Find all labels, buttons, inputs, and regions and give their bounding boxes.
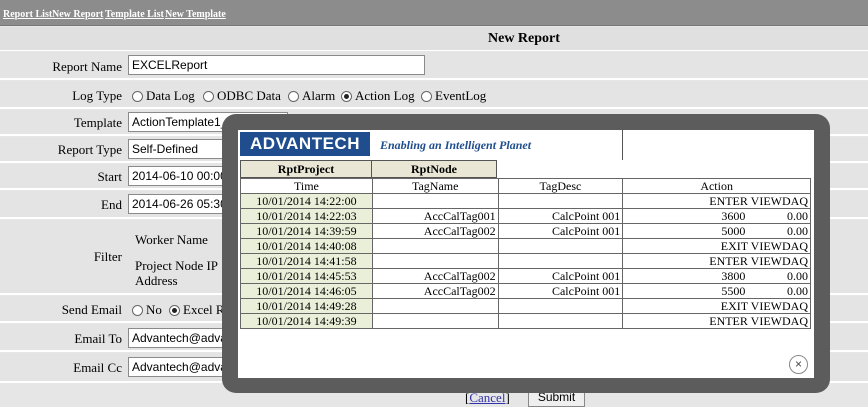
table-row: 10/01/2014 14:39:59 AccCalTag002 CalcPoi… (240, 223, 811, 239)
send-email-label: Send Email (61, 302, 122, 317)
cell-tagdesc: CalcPoint 001 (497, 223, 624, 239)
action-value: 0.00 (787, 224, 808, 238)
report-type-label: Report Type (57, 142, 122, 157)
cell-action: ENTER VIEWDAQ (622, 193, 811, 209)
action-amount: 3600 (721, 209, 746, 223)
log-type-alarm-radio[interactable]: Alarm (288, 88, 335, 104)
cell-time: 10/01/2014 14:45:53 (240, 268, 373, 284)
table-row: 10/01/2014 14:40:08 EXIT VIEWDAQ (240, 238, 811, 254)
table-row: 10/01/2014 14:49:28 EXIT VIEWDAQ (240, 298, 811, 314)
nav-report-list-link[interactable]: Report List (3, 9, 52, 20)
column-header-action: Action (622, 178, 811, 194)
cell-tagname: AccCalTag001 (371, 208, 499, 224)
cell-tagdesc (497, 253, 624, 269)
rpt-project-header: RptProject (240, 160, 372, 178)
cell-action: 5000 0.00 (622, 223, 811, 239)
rpt-node-header: RptNode (371, 160, 497, 178)
cell-tagdesc: CalcPoint 001 (497, 208, 624, 224)
action-amount: 5500 (721, 284, 746, 298)
action-value: 0.00 (787, 284, 808, 298)
cell-tagname (371, 238, 499, 254)
end-label: End (101, 197, 122, 212)
table-row: 10/01/2014 14:22:00 ENTER VIEWDAQ (240, 193, 811, 209)
cell-action: ENTER VIEWDAQ (622, 253, 811, 269)
action-amount: 5000 (721, 224, 746, 238)
title-bar: New Report (0, 27, 868, 51)
cell-action: 3800 0.00 (622, 268, 811, 284)
cell-time: 10/01/2014 14:49:28 (240, 298, 373, 314)
cell-tagname (371, 313, 499, 329)
cell-tagname (371, 298, 499, 314)
cell-tagdesc: CalcPoint 001 (497, 283, 624, 299)
report-name-label: Report Name (52, 59, 122, 74)
cell-tagdesc (497, 193, 624, 209)
send-email-no-radio[interactable]: No (132, 302, 162, 318)
cell-tagname: AccCalTag002 (371, 223, 499, 239)
worker-name-label: Worker Name (135, 232, 208, 247)
cell-action: ENTER VIEWDAQ (622, 313, 811, 329)
cell-tagname: AccCalTag002 (371, 268, 499, 284)
logo-slogan: Enabling an Intelligent Planet (380, 138, 532, 152)
log-type-action-log-radio[interactable]: Action Log (341, 88, 415, 104)
report-preview-modal: ADVANTECH Enabling an Intelligent Planet… (222, 114, 830, 393)
nav-template-list-link[interactable]: Template List (105, 9, 164, 20)
page-title: New Report (488, 31, 560, 46)
advantech-logo: ADVANTECH (240, 132, 370, 156)
cell-time: 10/01/2014 14:22:03 (240, 208, 373, 224)
cell-action: EXIT VIEWDAQ (622, 298, 811, 314)
log-type-odbc-radio[interactable]: ODBC Data (203, 88, 281, 104)
cell-time: 10/01/2014 14:40:08 (240, 238, 373, 254)
cell-action: EXIT VIEWDAQ (622, 238, 811, 254)
action-value: 0.00 (787, 209, 808, 223)
cell-tagdesc (497, 238, 624, 254)
log-type-data-log-radio[interactable]: Data Log (132, 88, 195, 104)
column-header-time: Time (240, 178, 373, 194)
filter-label: Filter (93, 249, 122, 264)
table-header-row: Time TagName TagDesc Action (240, 178, 811, 194)
project-node-ip-label: Project Node IP Address (135, 258, 218, 288)
action-value: 0.00 (787, 269, 808, 283)
cell-tagname (371, 193, 499, 209)
report-preview-content: ADVANTECH Enabling an Intelligent Planet… (238, 130, 814, 378)
action-amount: 3800 (721, 269, 746, 283)
top-nav-bar: Report List New Report Template List New… (0, 0, 868, 26)
report-name-row: Report Name EXCELReport (0, 52, 868, 80)
nav-new-template-link[interactable]: New Template (165, 9, 226, 20)
cell-action: 5500 0.00 (622, 283, 811, 299)
cell-action: 3600 0.00 (622, 208, 811, 224)
table-row: 10/01/2014 14:49:39 ENTER VIEWDAQ (240, 313, 811, 329)
start-label: Start (97, 169, 122, 184)
report-name-input[interactable]: EXCELReport (128, 55, 425, 75)
cell-tagname: AccCalTag002 (371, 283, 499, 299)
log-type-eventlog-radio[interactable]: EventLog (421, 88, 486, 104)
cell-tagdesc (497, 313, 624, 329)
log-type-row: Log Type Data Log ODBC Data Alarm Action… (0, 81, 868, 109)
table-row: 10/01/2014 14:41:58 ENTER VIEWDAQ (240, 253, 811, 269)
action-log-table: Time TagName TagDesc Action 10/01/2014 1… (240, 178, 811, 329)
close-icon[interactable]: × (789, 355, 808, 374)
column-header-tagdesc: TagDesc (497, 178, 624, 194)
template-label: Template (73, 115, 122, 130)
cell-time: 10/01/2014 14:39:59 (240, 223, 373, 239)
cell-tagdesc (497, 298, 624, 314)
nav-new-report-link[interactable]: New Report (52, 9, 103, 20)
cell-time: 10/01/2014 14:22:00 (240, 193, 373, 209)
cell-tagdesc: CalcPoint 001 (497, 268, 624, 284)
column-header-tagname: TagName (371, 178, 499, 194)
cell-time: 10/01/2014 14:49:39 (240, 313, 373, 329)
email-to-label: Email To (74, 331, 122, 346)
table-row: 10/01/2014 14:22:03 AccCalTag001 CalcPoi… (240, 208, 811, 224)
table-row: 10/01/2014 14:45:53 AccCalTag002 CalcPoi… (240, 268, 811, 284)
log-type-label: Log Type (72, 88, 122, 103)
email-cc-label: Email Cc (73, 360, 122, 375)
cell-tagname (371, 253, 499, 269)
header-divider (622, 130, 623, 160)
cell-time: 10/01/2014 14:46:05 (240, 283, 373, 299)
cell-time: 10/01/2014 14:41:58 (240, 253, 373, 269)
table-row: 10/01/2014 14:46:05 AccCalTag002 CalcPoi… (240, 283, 811, 299)
